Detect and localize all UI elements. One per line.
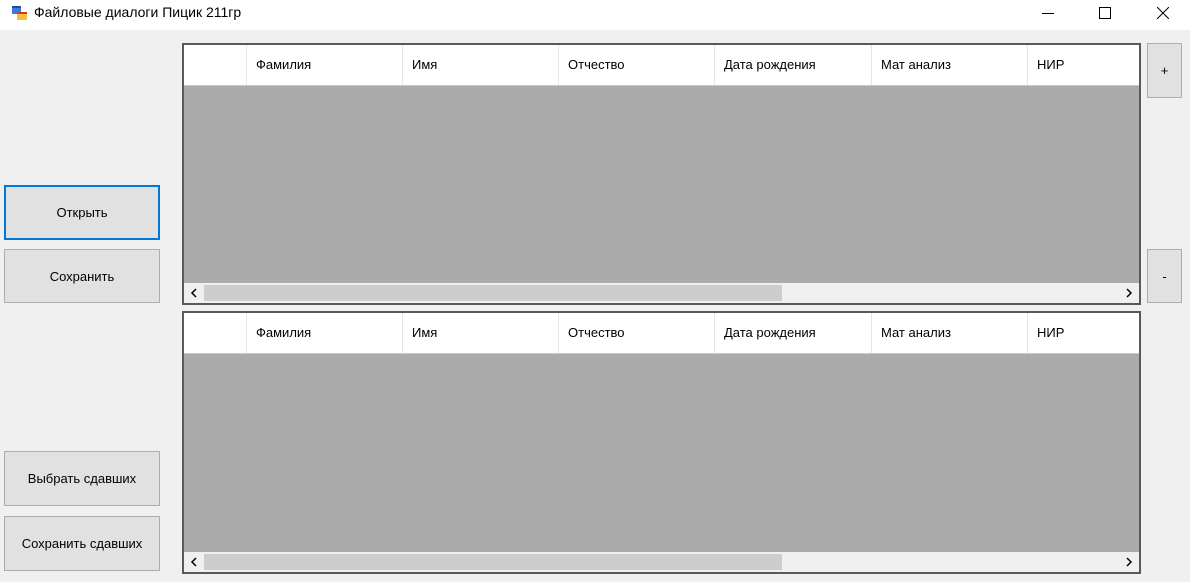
column-header-research[interactable]: НИР <box>1028 313 1139 353</box>
grid-header: Фамилия Имя Отчество Дата рождения Мат а… <box>184 313 1139 354</box>
row-header-corner[interactable] <box>184 45 247 85</box>
column-header-calculus[interactable]: Мат анализ <box>872 45 1028 85</box>
scroll-right-button[interactable] <box>1119 552 1139 572</box>
maximize-button[interactable] <box>1082 0 1128 26</box>
column-header-research[interactable]: НИР <box>1028 45 1139 85</box>
window-title: Файловые диалоги Пицик 211гр <box>34 4 242 20</box>
column-header-calculus[interactable]: Мат анализ <box>872 313 1028 353</box>
chevron-left-icon <box>190 288 197 298</box>
save-button[interactable]: Сохранить <box>4 249 160 303</box>
column-header-surname[interactable]: Фамилия <box>247 45 403 85</box>
column-header-patronymic[interactable]: Отчество <box>559 45 715 85</box>
horizontal-scrollbar[interactable] <box>184 283 1139 303</box>
column-header-birthdate[interactable]: Дата рождения <box>715 313 872 353</box>
close-button[interactable] <box>1140 0 1186 26</box>
column-header-birthdate[interactable]: Дата рождения <box>715 45 872 85</box>
maximize-icon <box>1099 7 1111 19</box>
students-grid[interactable]: Фамилия Имя Отчество Дата рождения Мат а… <box>182 43 1141 305</box>
close-icon <box>1157 7 1169 19</box>
scroll-thumb[interactable] <box>204 285 782 301</box>
title-bar: Файловые диалоги Пицик 211гр <box>0 0 1190 30</box>
column-header-surname[interactable]: Фамилия <box>247 313 403 353</box>
horizontal-scrollbar[interactable] <box>184 552 1139 572</box>
open-button[interactable]: Открыть <box>4 185 160 240</box>
scroll-left-button[interactable] <box>184 283 204 303</box>
chevron-right-icon <box>1126 288 1133 298</box>
select-passed-button[interactable]: Выбрать сдавших <box>4 451 160 506</box>
minimize-icon <box>1042 13 1054 14</box>
add-row-button[interactable]: + <box>1147 43 1182 98</box>
grid-header: Фамилия Имя Отчество Дата рождения Мат а… <box>184 45 1139 86</box>
scroll-right-button[interactable] <box>1119 283 1139 303</box>
save-passed-button[interactable]: Сохранить сдавших <box>4 516 160 571</box>
row-header-corner[interactable] <box>184 313 247 353</box>
passed-students-grid[interactable]: Фамилия Имя Отчество Дата рождения Мат а… <box>182 311 1141 574</box>
column-header-patronymic[interactable]: Отчество <box>559 313 715 353</box>
column-header-name[interactable]: Имя <box>403 45 559 85</box>
chevron-left-icon <box>190 557 197 567</box>
remove-row-button[interactable]: - <box>1147 249 1182 303</box>
scroll-thumb[interactable] <box>204 554 782 570</box>
column-header-name[interactable]: Имя <box>403 313 559 353</box>
app-icon <box>12 6 27 20</box>
minimize-button[interactable] <box>1025 0 1071 26</box>
scroll-left-button[interactable] <box>184 552 204 572</box>
chevron-right-icon <box>1126 557 1133 567</box>
